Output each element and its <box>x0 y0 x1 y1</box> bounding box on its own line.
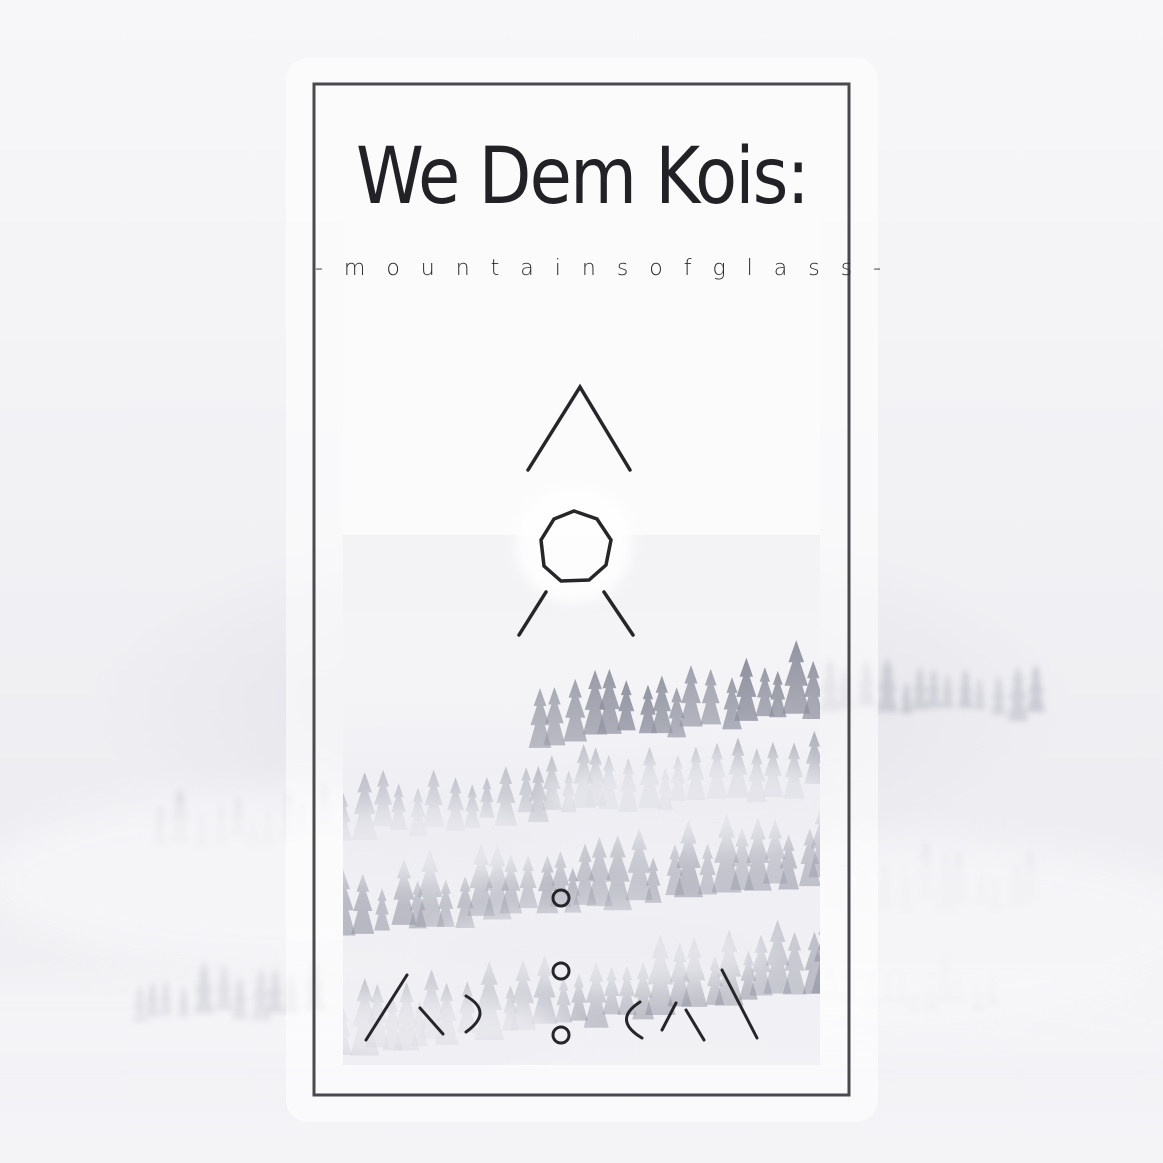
album-subtitle: - m o u n t a i n s o f g l a s s - <box>315 256 889 281</box>
album-title: We Dem Kois: <box>355 132 810 222</box>
album-cover: We Dem Kois: - m o u n t a i n s o f g l… <box>0 0 1163 1163</box>
